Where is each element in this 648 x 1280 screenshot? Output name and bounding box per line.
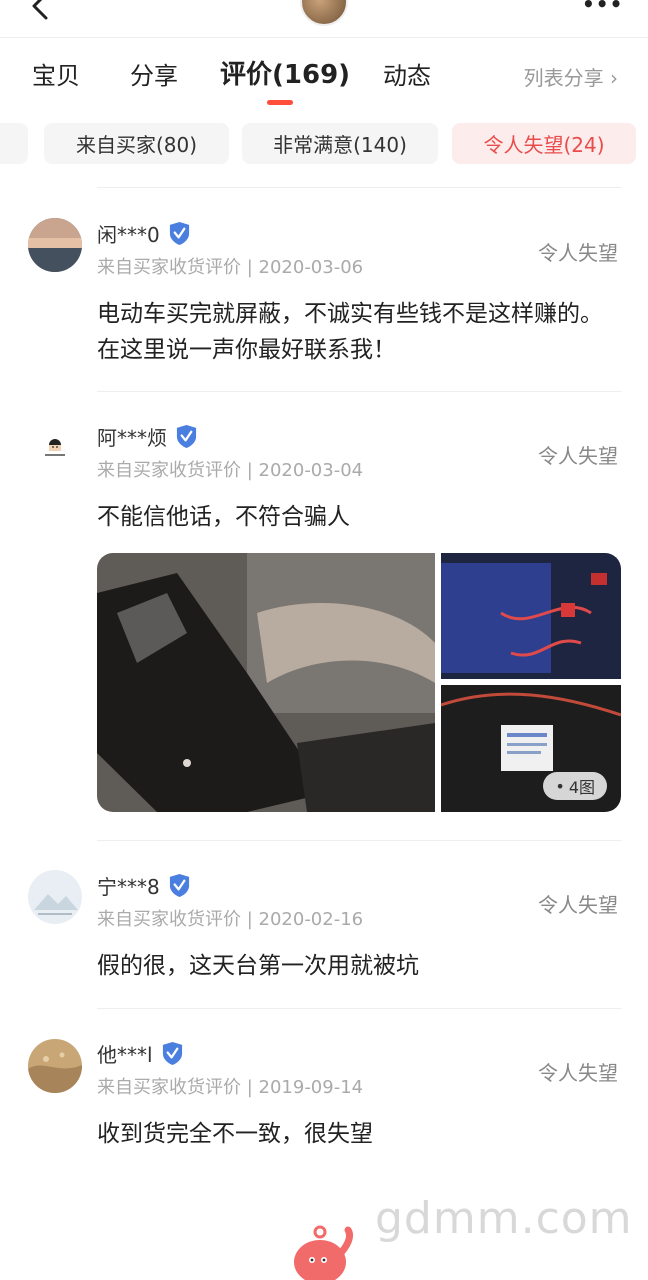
tab-activity[interactable]: 动态 [383,56,431,91]
divider [97,391,621,392]
review-text: 收到货完全不一致，很失望 [97,1121,373,1147]
username-row: 宁***8 [97,871,191,900]
chip-partial[interactable] [0,123,28,164]
chip-from-buyer[interactable]: 来自买家(80) [44,123,229,164]
verified-shield-icon [169,874,189,897]
rating-status: 令人失望 [538,893,618,917]
review-image[interactable]: • 4图 [441,685,621,812]
review-text: 不能信他话，不符合骗人 [97,504,350,530]
tab-baobei[interactable]: 宝贝 [32,56,80,91]
username[interactable]: 他***l [97,1039,153,1068]
review-images: • 4图 [97,553,621,812]
seller-avatar[interactable] [300,0,348,26]
tab-reviews[interactable]: 评价(169) [220,54,350,91]
top-bar: ••• [0,0,648,38]
username[interactable]: 闲***0 [97,219,160,248]
username[interactable]: 宁***8 [97,871,160,900]
avatar[interactable] [28,421,82,475]
mascot-icon[interactable] [290,1222,356,1280]
username-row: 阿***烦 [97,422,198,451]
tab-share[interactable]: 分享 [130,56,178,91]
verified-shield-icon [176,425,197,448]
verified-shield-icon [169,222,189,245]
filter-chips: 来自买家(80) 非常满意(140) 令人失望(24) [0,123,648,165]
divider [97,840,621,841]
list-share-link[interactable]: 列表分享 › [524,62,618,91]
rating-status: 令人失望 [538,241,618,265]
review-meta: 来自买家收货评价 | 2019-09-14 [97,1077,364,1098]
review-text: 电动车买完就屏蔽，不诚实有些钱不是这样赚的。在这里说一声你最好联系我！ [97,301,603,363]
username-row: 他***l [97,1039,184,1068]
active-tab-indicator [267,100,293,105]
chip-disappointing[interactable]: 令人失望(24) [452,123,636,164]
username[interactable]: 阿***烦 [97,422,167,451]
divider [97,187,621,188]
rating-status: 令人失望 [538,1061,618,1085]
image-count-label: 4图 [568,778,595,797]
image-count-badge[interactable]: • 4图 [543,772,607,800]
username-row: 闲***0 [97,219,191,248]
review-meta: 来自买家收货评价 | 2020-02-16 [97,909,364,930]
chevron-left-icon[interactable] [26,0,56,22]
rating-status: 令人失望 [538,444,618,468]
divider [97,1008,621,1009]
review-text: 假的很，这天台第一次用就被坑 [97,953,419,979]
review-image[interactable] [441,553,621,679]
avatar[interactable] [28,1039,82,1093]
more-dots-icon[interactable]: ••• [582,0,623,14]
review-image[interactable] [97,553,435,812]
review-meta: 来自买家收货评价 | 2020-03-06 [97,257,364,278]
watermark: gdmm.com [375,1193,633,1244]
image-count-dot: • [555,776,565,796]
tab-bar: 宝贝 分享 评价(169) 动态 列表分享 › [0,50,648,106]
chip-very-satisfied[interactable]: 非常满意(140) [242,123,438,164]
review-meta: 来自买家收货评价 | 2020-03-04 [97,460,364,481]
avatar[interactable] [28,218,82,272]
avatar[interactable] [28,870,82,924]
verified-shield-icon [162,1042,182,1065]
